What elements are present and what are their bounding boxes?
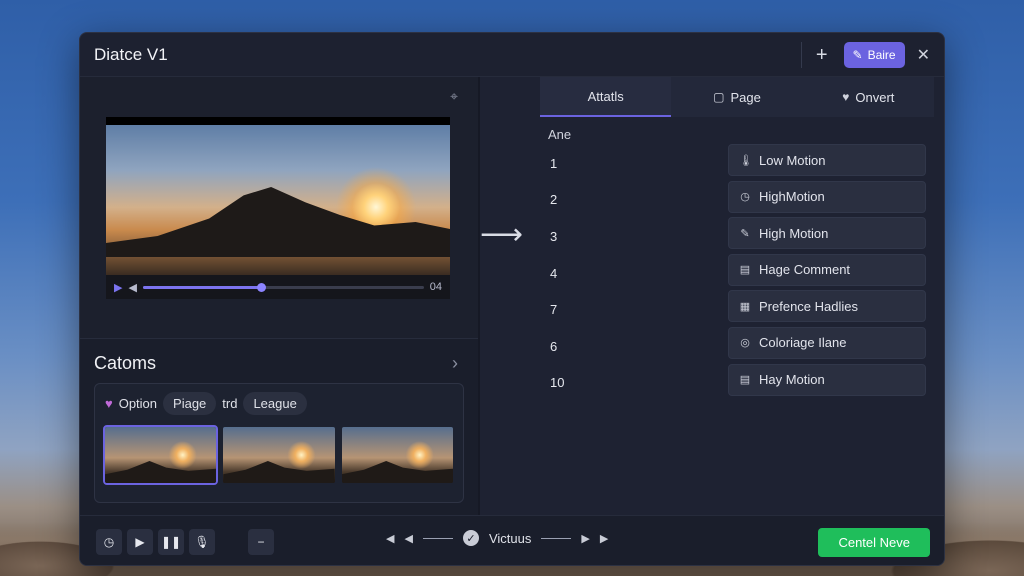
section-title: Catoms (94, 353, 157, 373)
bottom-toolbar: ◷ ▶ ❚❚ 🎙︎ − ◀ ◀ ✓ Victuus ▶ ▶ Centel Nev… (80, 515, 944, 565)
close-button[interactable]: ✕ (917, 45, 930, 65)
tab-bar: Attatls ▢ Page ♥ Onvert (540, 77, 934, 117)
prev-step-icon[interactable]: ◀ (404, 532, 412, 545)
seek-progress (142, 285, 261, 289)
step-navigator: ◀ ◀ ✓ Victuus ▶ ▶ (386, 530, 608, 546)
app-window: Diatce V1 + ✎ Baire ✕ ⌖ ▶ ◀ 04 Catoms › … (79, 32, 945, 566)
pin-icon: ♥ (105, 396, 113, 411)
tab-label: Onvert (855, 89, 895, 105)
action-label: Low Motion (759, 152, 826, 168)
tab-onvert[interactable]: ♥ Onvert (802, 77, 934, 117)
preview-area: ⌖ ▶ ◀ 04 (80, 77, 478, 339)
options-row: ♥ Option Piage trd League (95, 384, 463, 423)
video-icon[interactable]: ▶ (127, 528, 153, 555)
primary-action-button[interactable]: Centel Neve (818, 528, 930, 557)
thumbnail[interactable] (102, 425, 219, 485)
action-high-motion[interactable]: ✎ High Motion (728, 217, 926, 250)
seek-bar[interactable] (142, 282, 424, 292)
arrow-right-icon: ⟶ (480, 218, 524, 251)
player-time: 04 (429, 281, 442, 293)
check-icon: ✓ (462, 530, 479, 546)
list-item: 4 (550, 265, 558, 281)
clock-icon: ◷ (740, 191, 750, 204)
action-low-motion[interactable]: 🌡︎ Low Motion (728, 144, 926, 176)
clipboard-icon: ▢ (713, 90, 725, 104)
list-item: 10 (550, 375, 565, 391)
player-controls: ▶ ◀ 04 (106, 275, 450, 299)
action-hage-comment[interactable]: ▤ Hage Comment (728, 253, 926, 286)
action-label: Hage Comment (759, 262, 851, 278)
palette-icon: ◎ (740, 337, 750, 350)
thermometer-icon: 🌡︎ (739, 154, 753, 167)
list-item: 6 (550, 338, 558, 354)
document-icon: ▤ (739, 374, 751, 387)
options-panel: ♥ Option Piage trd League (94, 383, 464, 503)
save-button[interactable]: ✎ Baire (843, 41, 905, 68)
titlebar-divider (800, 41, 802, 68)
thumbnail[interactable] (223, 427, 335, 483)
pen-icon: ✎ (740, 227, 750, 240)
first-step-icon[interactable]: ◀ (386, 532, 394, 545)
option-label: Option (118, 396, 158, 411)
save-button-label: Baire (867, 47, 896, 62)
window-title: Diatce V1 (94, 44, 168, 64)
right-panel: Attatls ▢ Page ♥ Onvert ⟶ Ane 1 2 3 4 7 … (480, 77, 944, 515)
list-item: 3 (550, 228, 558, 244)
seek-handle[interactable] (256, 282, 266, 292)
list-item: 2 (550, 192, 558, 208)
thumbnail[interactable] (341, 427, 453, 483)
play-icon[interactable]: ▶ (114, 281, 122, 294)
minus-button[interactable]: − (248, 528, 274, 555)
number-list: 1 2 3 4 7 6 10 (550, 145, 564, 401)
pause-icon[interactable]: ❚❚ (158, 528, 184, 555)
grid-icon: ▦ (739, 300, 751, 313)
crosshair-icon[interactable]: ⌖ (450, 88, 458, 105)
action-label: High Motion (759, 225, 829, 241)
list-item: 1 (550, 155, 558, 171)
list-item: 7 (550, 302, 558, 318)
chip-trd[interactable]: trd (222, 396, 237, 411)
action-hay-motion[interactable]: ▤ Hay Motion (728, 363, 926, 396)
next-step-icon[interactable]: ▶ (581, 532, 589, 545)
action-prefence-hadlies[interactable]: ▦ Prefence Hadlies (728, 290, 926, 323)
pen-icon: ✎ (852, 47, 863, 62)
tab-label: Page (730, 89, 761, 105)
step-line (541, 537, 572, 539)
chevron-right-icon[interactable]: › (452, 353, 458, 374)
action-coloriage-ilane[interactable]: ◎ Coloriage Ilane (728, 326, 926, 359)
chip-league[interactable]: League (243, 392, 307, 415)
microphone-icon[interactable]: 🎙︎ (189, 528, 215, 555)
timer-icon[interactable]: ◷ (96, 528, 122, 555)
heart-icon: ♥ (842, 90, 850, 104)
action-label: Hay Motion (759, 372, 825, 388)
tab-label: Attatls (587, 88, 624, 104)
thumbnail-strip (95, 423, 463, 487)
list-header: Ane (548, 127, 572, 142)
step-label: Victuus (488, 530, 532, 546)
add-button[interactable]: + (816, 45, 828, 65)
tab-attatls[interactable]: Attatls (540, 77, 672, 117)
left-panel: ⌖ ▶ ◀ 04 Catoms › ♥ Option Piage trd Lea… (80, 77, 478, 515)
titlebar: Diatce V1 + ✎ Baire ✕ (80, 33, 944, 77)
video-player[interactable]: ▶ ◀ 04 (106, 117, 450, 299)
chip-piage[interactable]: Piage (163, 392, 217, 415)
action-label: Coloriage Ilane (759, 335, 847, 351)
action-label: Prefence Hadlies (759, 298, 858, 314)
volume-icon[interactable]: ◀ (128, 281, 136, 294)
action-label: HighMotion (759, 189, 825, 205)
action-highmotion[interactable]: ◷ HighMotion (728, 180, 926, 213)
last-step-icon[interactable]: ▶ (600, 532, 608, 545)
action-list: 🌡︎ Low Motion ◷ HighMotion ✎ High Motion… (728, 144, 926, 400)
tab-page[interactable]: ▢ Page (671, 77, 803, 117)
document-icon: ▤ (739, 264, 751, 277)
step-line (422, 537, 453, 539)
